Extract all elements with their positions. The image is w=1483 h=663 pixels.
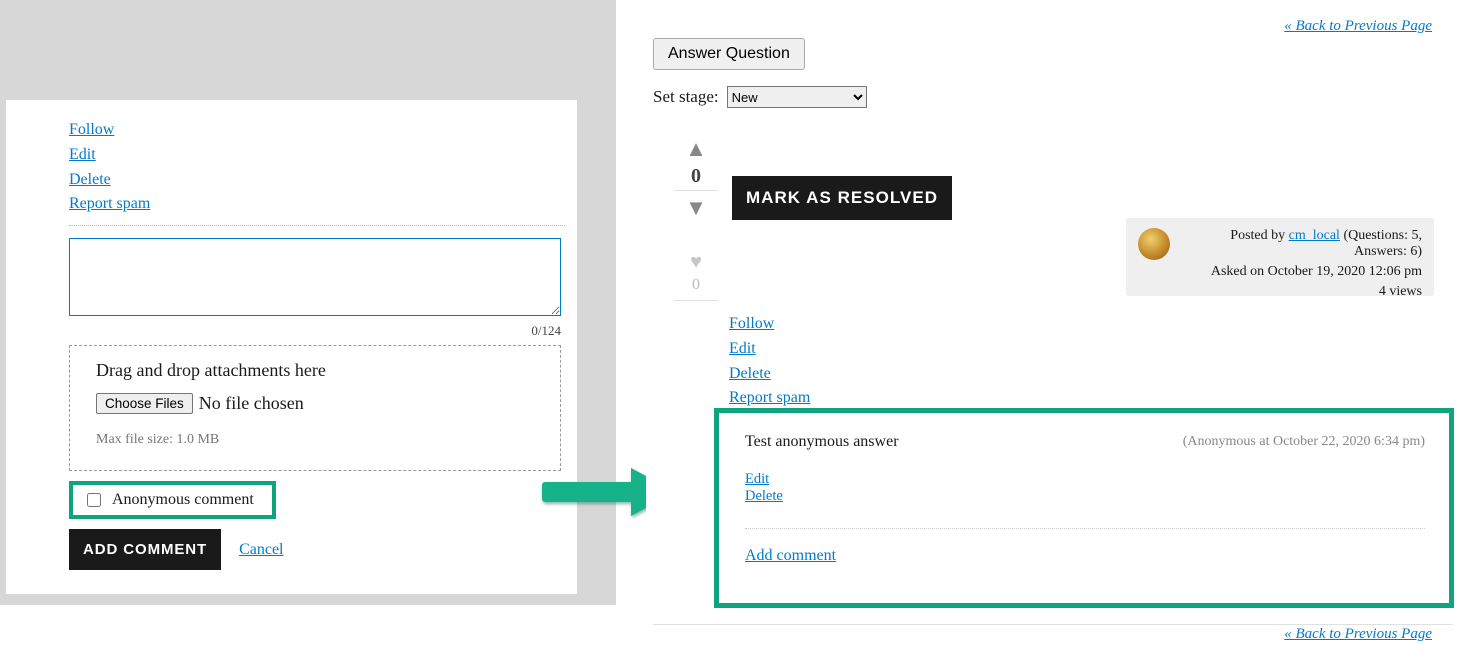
post-meta-box: Posted by cm_local (Questions: 5, Answer… [1126,218,1434,296]
cancel-link[interactable]: Cancel [239,541,283,559]
back-to-previous-bottom[interactable]: « Back to Previous Page [1284,626,1432,643]
vote-column: ▲ 0 ▼ ♥ 0 [674,138,718,301]
divider [745,528,1425,529]
answer-title: Test anonymous answer [745,433,899,451]
avatar [1138,228,1170,260]
divider [69,225,565,226]
back-to-previous-top[interactable]: « Back to Previous Page [1284,18,1432,35]
answer-box: Test anonymous answer (Anonymous at Octo… [714,408,1454,608]
question-actions: Follow Edit Delete Report spam [729,312,810,411]
upvote-icon[interactable]: ▲ [674,138,718,160]
edit-link[interactable]: Edit [69,143,565,168]
max-file-size: Max file size: 1.0 MB [96,432,534,448]
report-spam-link[interactable]: Report spam [69,192,565,217]
char-count: 0/124 [69,323,561,339]
vote-count: 0 [674,164,718,191]
answer-meta: (Anonymous at October 22, 2020 6:34 pm) [1183,434,1425,450]
follow-link[interactable]: Follow [729,312,810,337]
asked-on: Asked on October 19, 2020 12:06 pm [1178,264,1422,280]
stage-select[interactable]: New [727,86,867,108]
comment-card: Follow Edit Delete Report spam 0/124 Dra… [6,100,577,594]
favorite-icon[interactable]: ♥ [674,251,718,274]
anonymous-comment-toggle[interactable]: Anonymous comment [69,481,276,519]
anonymous-checkbox[interactable] [87,493,101,507]
divider [653,624,1453,625]
anonymous-label: Anonymous comment [112,491,254,509]
follow-link[interactable]: Follow [69,118,565,143]
delete-link[interactable]: Delete [729,362,810,387]
answer-delete-link[interactable]: Delete [745,488,1425,505]
attachment-heading: Drag and drop attachments here [96,360,534,381]
choose-files-button[interactable]: Choose Files [96,393,193,414]
right-panel: « Back to Previous Page Answer Question … [646,0,1466,660]
attachment-dropzone[interactable]: Drag and drop attachments here Choose Fi… [69,345,561,471]
file-status: No file chosen [199,393,304,414]
answer-edit-link[interactable]: Edit [745,471,1425,488]
set-stage-label: Set stage: [653,87,719,107]
left-region: Follow Edit Delete Report spam 0/124 Dra… [0,0,616,605]
mark-as-resolved-button[interactable]: Mark as Resolved [732,176,952,220]
posted-by-line: Posted by cm_local (Questions: 5, Answer… [1178,228,1422,260]
answer-question-button[interactable]: Answer Question [653,38,805,70]
downvote-icon[interactable]: ▼ [674,197,718,219]
add-comment-link[interactable]: Add comment [745,547,836,565]
comment-textarea[interactable] [69,238,561,316]
views-count: 4 views [1178,284,1422,300]
delete-link[interactable]: Delete [69,168,565,193]
favorite-count: 0 [674,276,718,301]
add-comment-button[interactable]: Add Comment [69,529,221,570]
author-link[interactable]: cm_local [1289,228,1340,243]
edit-link[interactable]: Edit [729,337,810,362]
